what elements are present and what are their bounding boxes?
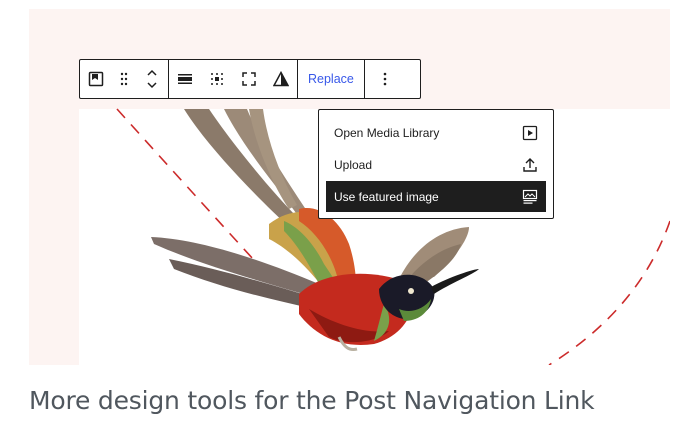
- menu-item-label: Open Media Library: [334, 125, 440, 140]
- featured-image-icon: [88, 71, 104, 87]
- toolbar-group-block: [80, 60, 169, 98]
- duotone-button[interactable]: [265, 60, 297, 98]
- featured-image-icon: [522, 189, 538, 204]
- menu-item-label: Use featured image: [334, 189, 439, 204]
- toolbar-group-tools: [169, 60, 298, 98]
- align-button[interactable]: [169, 60, 201, 98]
- focal-point-icon: [211, 73, 223, 85]
- duotone-icon: [273, 71, 289, 87]
- menu-item-upload[interactable]: Upload: [326, 149, 546, 180]
- move-up-down-button[interactable]: [136, 60, 168, 98]
- menu-item-open-media-library[interactable]: Open Media Library: [326, 117, 546, 148]
- drag-handle-button[interactable]: [112, 60, 136, 98]
- media-library-icon: [522, 125, 538, 140]
- align-icon: [178, 74, 192, 84]
- upload-icon: [523, 157, 537, 172]
- focal-point-button[interactable]: [201, 60, 233, 98]
- page-caption: More design tools for the Post Navigatio…: [29, 386, 595, 415]
- move-up-down-icon: [147, 69, 157, 89]
- replace-button[interactable]: Replace: [298, 60, 364, 98]
- menu-item-label: Upload: [334, 157, 373, 172]
- toolbar-group-replace: Replace: [298, 60, 365, 98]
- fullscreen-button[interactable]: [233, 60, 265, 98]
- menu-item-use-featured-image[interactable]: Use featured image: [326, 181, 546, 212]
- more-options-button[interactable]: [365, 60, 405, 98]
- replace-dropdown-menu: Open Media Library Upload Use featured i…: [318, 109, 554, 219]
- block-toolbar: Replace: [79, 59, 421, 99]
- block-type-button[interactable]: [80, 60, 112, 98]
- more-options-icon: [383, 72, 387, 86]
- drag-handle-icon: [120, 72, 128, 86]
- fullscreen-icon: [242, 72, 256, 86]
- toolbar-group-more: [365, 60, 405, 98]
